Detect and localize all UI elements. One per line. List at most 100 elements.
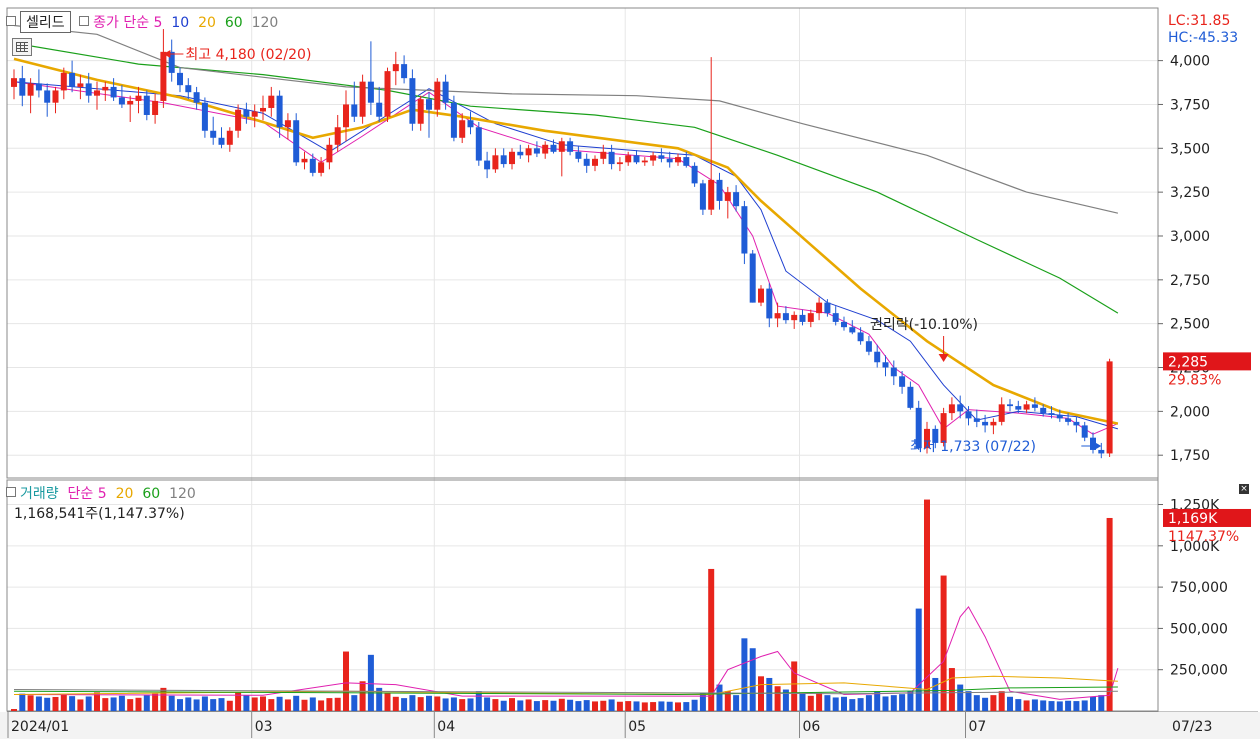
- candle-body: [27, 83, 34, 96]
- volume-bar: [583, 700, 590, 711]
- candle-body: [550, 144, 557, 152]
- candle-body: [35, 83, 42, 91]
- volume-bar: [467, 698, 474, 711]
- candle-body: [276, 95, 283, 128]
- volume-bar: [799, 692, 806, 711]
- candle-body: [824, 302, 831, 314]
- candle-body: [990, 421, 997, 426]
- volume-bar: [475, 691, 482, 711]
- volume-bar: [791, 661, 798, 711]
- legend-toggle-icon[interactable]: [6, 16, 16, 26]
- price-tick-label: 2,000: [1170, 404, 1210, 420]
- stock-name-button[interactable]: 셀리드: [20, 11, 71, 33]
- candle-body: [832, 313, 839, 322]
- candle-body: [334, 127, 341, 145]
- candle-body: [948, 404, 955, 414]
- vol-ma-type-label: 단순: [67, 486, 94, 502]
- candle-body: [401, 64, 408, 79]
- volume-bar: [1023, 700, 1030, 711]
- x-tick-label: 06: [803, 719, 821, 735]
- candle-body: [442, 81, 449, 103]
- volume-bar: [1106, 517, 1113, 711]
- candle-body: [152, 100, 159, 115]
- ma-60-label: 60: [224, 15, 243, 31]
- volume-bar: [318, 700, 325, 711]
- volume-bar: [1098, 695, 1105, 711]
- volume-bar: [326, 698, 333, 711]
- volume-bar: [890, 695, 897, 711]
- volume-bar: [990, 695, 997, 711]
- volume-bar: [226, 700, 233, 711]
- volume-bar: [658, 701, 665, 711]
- volume-bar: [558, 698, 565, 711]
- volume-bar: [1048, 701, 1055, 711]
- candle-body: [450, 102, 457, 138]
- volume-bar: [699, 692, 706, 711]
- candle-body: [434, 81, 441, 110]
- candle-body: [251, 111, 258, 117]
- volume-bar: [683, 702, 690, 711]
- candle-body: [77, 83, 84, 87]
- volume-bar: [948, 668, 955, 711]
- volume-bar: [417, 697, 424, 711]
- volume-bar: [567, 699, 574, 711]
- ma-5-label: 5: [153, 15, 163, 31]
- price-tick-label: 3,000: [1170, 229, 1210, 245]
- candle-body: [716, 179, 723, 201]
- close-icon[interactable]: ×: [1239, 484, 1249, 494]
- table-view-icon[interactable]: [12, 38, 32, 56]
- volume-legend: 거래량 단순 5 20 60 120: [6, 483, 196, 503]
- volume-bar: [1073, 701, 1080, 711]
- volume-bar: [1056, 701, 1063, 711]
- candle-body: [177, 72, 183, 86]
- volume-bar: [484, 697, 491, 711]
- volume-bar: [52, 696, 59, 711]
- candle-body: [201, 102, 208, 131]
- volume-bar: [77, 699, 84, 711]
- candle-body: [185, 85, 192, 93]
- candle-body: [791, 314, 798, 321]
- candle-body: [890, 367, 897, 377]
- vol-ma-5-label: 5: [97, 486, 107, 502]
- x-tick-label: 03: [255, 719, 273, 735]
- legend-toggle-icon[interactable]: [79, 16, 90, 26]
- candle-body: [293, 120, 300, 163]
- candle-body: [467, 120, 474, 128]
- volume-bar: [592, 701, 598, 711]
- candle-body: [1106, 361, 1113, 454]
- candle-body: [583, 158, 590, 166]
- candle-body: [492, 155, 499, 170]
- volume-bar: [384, 692, 391, 711]
- last-volume-label: 1,169K: [1168, 511, 1218, 527]
- candle-body: [484, 160, 491, 170]
- candle-body: [118, 97, 125, 105]
- ma-type-label: 단순: [123, 15, 150, 31]
- candle-body: [409, 78, 416, 124]
- candle-body: [260, 107, 266, 112]
- rights-annotation: 권리락(-10.10%): [870, 317, 978, 333]
- candle-body: [384, 71, 391, 117]
- candle-body: [1040, 407, 1047, 414]
- volume-bar: [492, 699, 499, 711]
- vol-ma-120-label: 120: [169, 486, 196, 502]
- volume-bar: [85, 696, 92, 711]
- candle-body: [243, 109, 250, 117]
- volume-tick-label: 750,000: [1170, 580, 1228, 596]
- vol-ma-20-label: 20: [115, 486, 134, 502]
- current-date-label: 07/23: [1172, 719, 1212, 735]
- stock-chart[interactable]: 4,0003,7503,5003,2503,0002,7502,5002,250…: [0, 0, 1260, 739]
- price-legend: 셀리드 종가 단순 5 10 20 60 120: [6, 11, 278, 33]
- vol-ma-60-label: 60: [142, 486, 161, 502]
- legend-toggle-icon[interactable]: [6, 487, 16, 497]
- volume-bar: [251, 697, 258, 711]
- candle-body: [865, 341, 872, 352]
- candle-body: [392, 64, 399, 72]
- candle-body: [874, 351, 881, 363]
- candle-body: [235, 109, 242, 131]
- volume-bar: [832, 697, 839, 711]
- volume-bar: [824, 695, 831, 711]
- volume-bar: [118, 695, 125, 711]
- volume-bar: [434, 696, 441, 711]
- volume-bar: [542, 700, 549, 711]
- price-tick-label: 3,250: [1170, 185, 1210, 201]
